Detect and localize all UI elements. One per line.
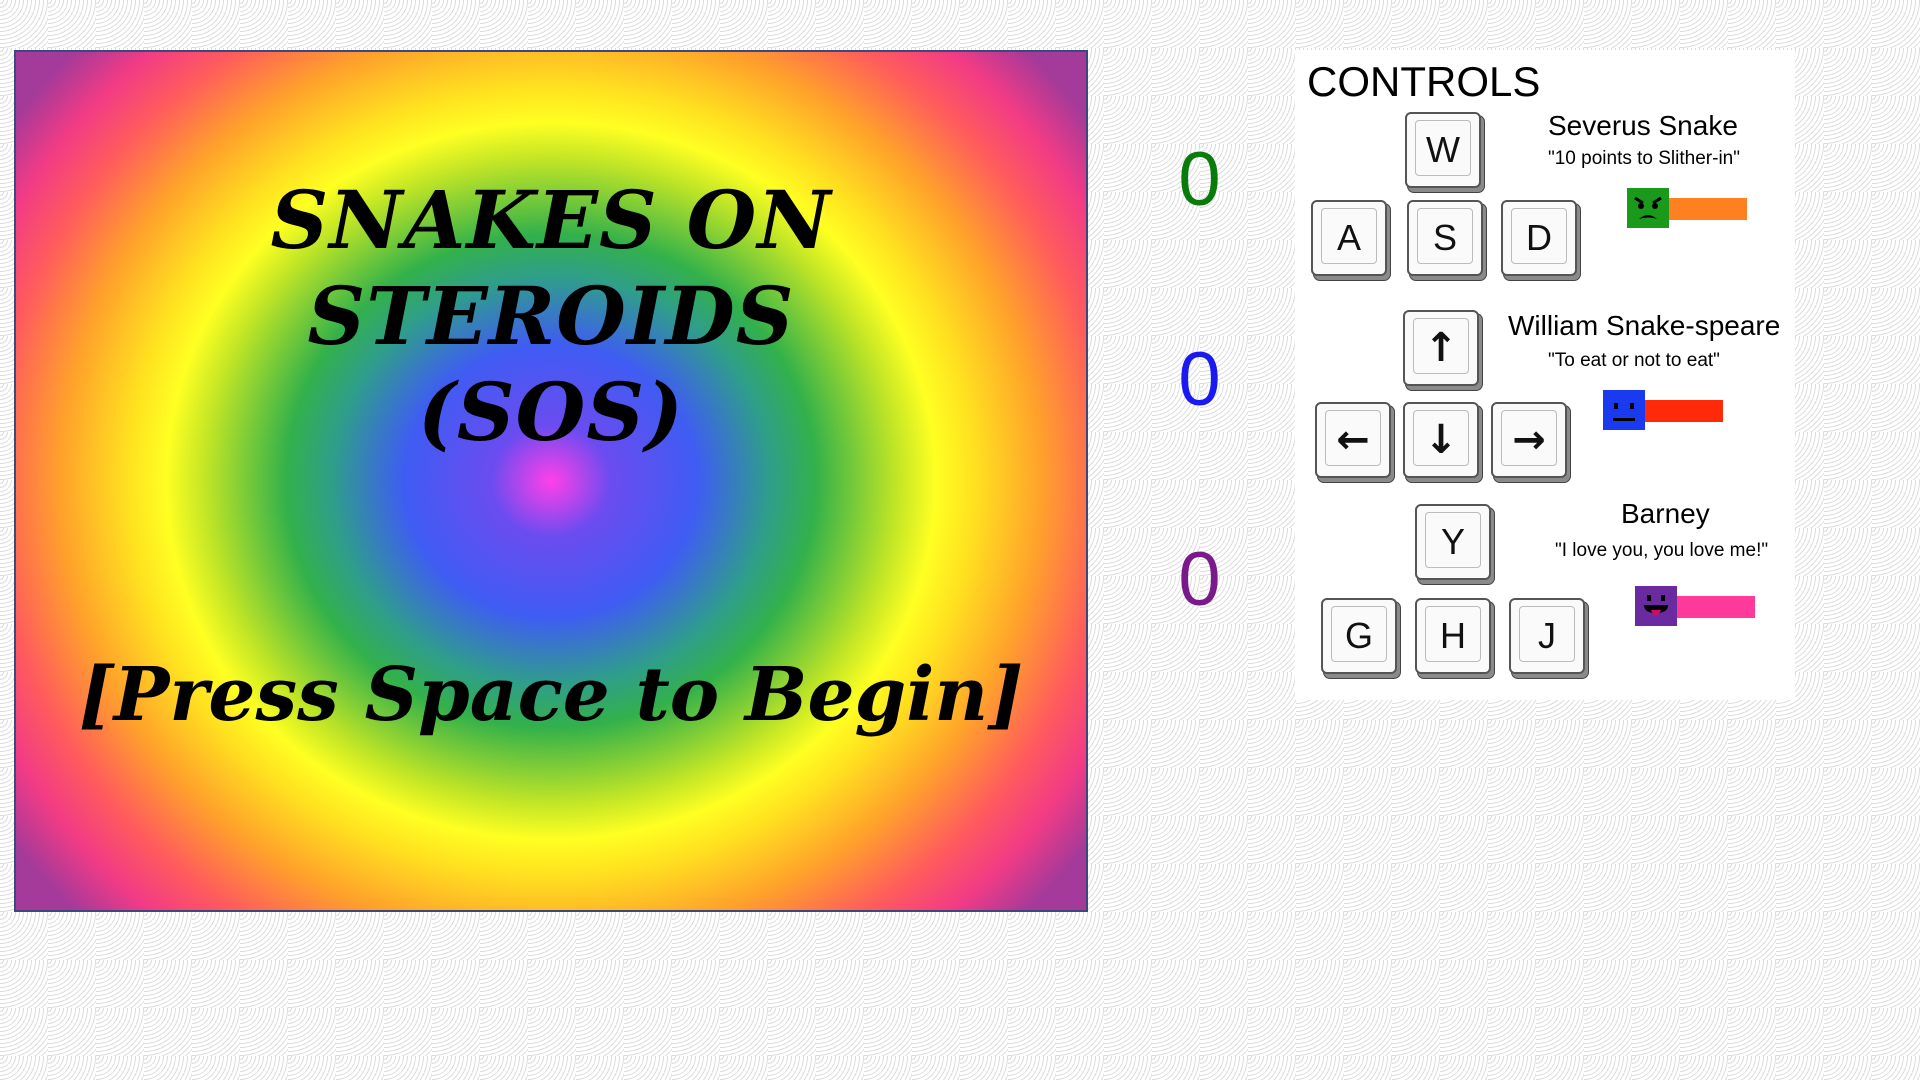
player-1-score: 0	[1178, 137, 1221, 222]
player-2-name: William Snake-speare	[1508, 310, 1781, 341]
arrow-up-icon: ↑	[1424, 325, 1458, 371]
key-label: Y	[1440, 521, 1465, 562]
key-arrow-down: ↓	[1403, 402, 1479, 478]
key-g: G	[1321, 598, 1397, 674]
player-1-quote: "10 points to Slither-in"	[1548, 148, 1740, 169]
key-arrow-left: ←	[1315, 402, 1391, 478]
player-2-score: 0	[1178, 337, 1221, 422]
arrow-down-icon: ↓	[1424, 417, 1458, 463]
key-arrow-up: ↑	[1403, 310, 1479, 386]
controls-panel: CONTROLS W A S D Severus Snake "10 point…	[1295, 50, 1795, 700]
player-3-quote: "I love you, you love me!"	[1555, 540, 1769, 561]
key-j: J	[1509, 598, 1585, 674]
controls-heading: CONTROLS	[1307, 58, 1541, 105]
game-canvas[interactable]: SNAKES ON STEROIDS (SOS) [Press Space to…	[14, 50, 1088, 912]
player-2-quote: "To eat or not to eat"	[1548, 350, 1720, 371]
key-label: A	[1336, 217, 1361, 258]
key-s: S	[1407, 200, 1483, 276]
player-1-name: Severus Snake	[1548, 110, 1738, 141]
key-d: D	[1501, 200, 1577, 276]
key-arrow-right: →	[1491, 402, 1567, 478]
key-y: Y	[1415, 504, 1491, 580]
start-prompt: [Press Space to Begin]	[78, 652, 1024, 738]
snake-body	[1669, 198, 1747, 220]
key-label: G	[1344, 615, 1373, 656]
key-label: D	[1526, 217, 1552, 258]
snake-body	[1645, 400, 1723, 422]
snake-body	[1677, 596, 1755, 618]
key-a: A	[1311, 200, 1387, 276]
game-title: SNAKES ON STEROIDS (SOS)	[270, 173, 832, 459]
player-3-score: 0	[1178, 537, 1221, 622]
key-label: S	[1432, 217, 1457, 258]
key-label: J	[1538, 615, 1556, 656]
arrow-right-icon: →	[1512, 417, 1546, 463]
angry-face-icon	[1627, 188, 1669, 228]
arrow-left-icon: ←	[1336, 417, 1370, 463]
key-label: W	[1426, 129, 1460, 170]
key-w: W	[1405, 112, 1481, 188]
player-3-name: Barney	[1621, 498, 1710, 529]
neutral-face-icon	[1603, 390, 1645, 430]
key-h: H	[1415, 598, 1491, 674]
tongue-face-icon	[1635, 586, 1677, 626]
key-label: H	[1440, 615, 1466, 656]
